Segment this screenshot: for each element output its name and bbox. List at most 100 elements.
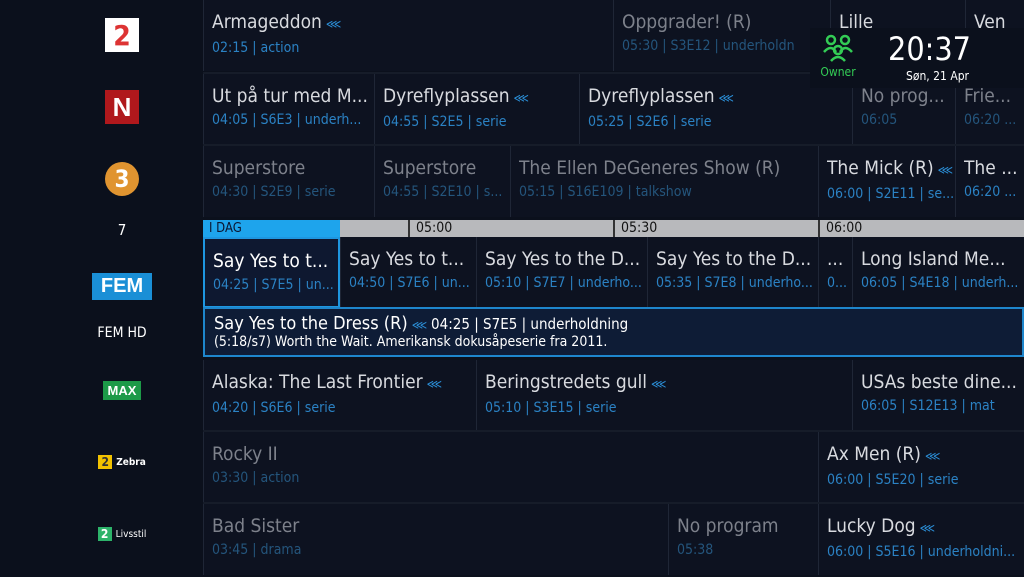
tv2-logo: 2 [105,18,139,52]
program-meta: 03:30 | action [212,470,300,486]
program-title: Rocky II [212,443,278,465]
program-title: Say Yes to the D... [656,248,812,270]
program-cell[interactable]: Ax Men (R) ⋘ 06:00 | S5E20 | serie [818,432,1024,503]
channel-tv3[interactable]: 3 [80,162,164,196]
channel-row: Alaska: The Last Frontier ⋘ 04:20 | S6E6 |… [203,360,1024,431]
program-cell[interactable]: Long Island Me... 06:05 | S4E18 | underh.… [852,237,1024,308]
program-cell[interactable]: Dyreflyplassen ⋘ 04:55 | S2E5 | serie [374,74,579,145]
program-title: Dyreflyplassen [383,85,510,107]
series-record-icon: ⋘ [325,17,342,31]
channel-row: Superstore 04:30 | S2E9 | serie Superstore… [203,146,1024,217]
program-title: No program [677,515,779,537]
zebra-logo: 2 Zebra [98,455,146,469]
program-cell[interactable]: Say Yes to t... 04:25 | S7E5 | un... [203,237,340,308]
channel-livsstil[interactable]: 2 Livsstil [80,519,164,549]
program-meta: 05:25 | S2E6 | serie [588,114,712,130]
program-cell[interactable]: Say Yes to t... 04:50 | S7E6 | un... [340,237,476,308]
program-meta: 06:00 | S5E16 | underholdni... [827,544,1016,560]
program-meta: 06:20 ... [964,184,1017,200]
livsstil-label: Livsstil [115,528,147,540]
details-meta: 04:25 | S7E5 | underholdning [431,315,629,333]
program-title: Lucky Dog [827,515,916,537]
livsstil-badge: 2 [97,527,112,541]
channel-zebra[interactable]: 2 Zebra [80,447,164,477]
program-meta: 05:10 | S3E15 | serie [485,400,617,416]
program-cell[interactable]: Oppgrader! (R) 05:30 | S3E12 | underholdn [613,0,830,71]
program-title: Oppgrader! (R) [622,11,752,33]
program-title: Bad Sister [212,515,300,537]
row-divider [203,430,1024,432]
program-details-panel: Say Yes to the Dress (R) ⋘ 04:25 | S7E5 | … [203,307,1024,357]
program-title: USAs beste dine... [861,371,1017,393]
tv3-logo: 3 [105,162,139,196]
program-cell[interactable]: Ut på tur med M... 04:05 | S6E3 | underh.… [203,74,374,145]
program-title: Say Yes to t... [349,248,465,270]
program-cell[interactable]: Lucky Dog ⋘ 06:00 | S5E16 | underholdni... [818,504,1024,575]
livsstil-logo: 2 Livsstil [97,527,147,541]
max-logo: MAX [102,380,142,400]
time-tick: 06:00 [818,220,862,237]
program-cell[interactable]: Rocky II 03:30 | action [203,432,818,503]
program-cell[interactable]: Superstore 04:30 | S2E9 | serie [203,146,374,217]
program-cell[interactable]: Armageddon ⋘ 02:15 | action [203,0,613,71]
channel-max[interactable]: MAX [80,375,164,405]
status-overlay: Owner 20:37 Søn, 21 Apr [810,28,1024,88]
channel-tv2[interactable]: 2 [80,18,164,52]
program-title: Ax Men (R) [827,443,921,465]
program-meta: 06:05 | S12E13 | mat [861,398,995,414]
program-cell[interactable]: Bad Sister 03:45 | drama [203,504,668,575]
channel-7[interactable]: 7 [80,215,164,245]
program-cell[interactable]: Say Yes to the D... 05:10 | S7E7 | underh… [476,237,647,308]
program-cell[interactable]: ... 0... [818,237,852,308]
program-meta: 05:30 | S3E12 | underholdn [622,38,795,54]
profile-group-icon [823,34,853,62]
channel-nrk[interactable]: N [80,90,164,124]
fem-logo: FEM [92,272,152,300]
program-title: The Ellen DeGeneres Show (R) [519,157,781,179]
channel-row: Rocky II 03:30 | action Ax Men (R) ⋘ 06:00 |… [203,432,1024,503]
program-meta: 04:20 | S6E6 | serie [212,400,336,416]
program-cell[interactable]: The ... 06:20 ... [955,146,1024,217]
profile-button[interactable]: Owner [818,34,858,79]
series-record-icon: ⋘ [924,449,941,463]
program-meta: 04:55 | S2E5 | serie [383,114,507,130]
program-meta: 04:25 | S7E5 | un... [213,277,334,293]
program-meta: 05:35 | S7E8 | underho... [656,275,813,291]
program-title: Alaska: The Last Frontier [212,371,423,393]
timeline-bar: I DAG 05:00 05:30 06:00 [203,220,1024,237]
program-title: Ut på tur med M... [212,85,368,107]
series-record-icon: ⋘ [426,377,442,391]
time-tick: 05:00 [408,220,452,237]
program-meta: 06:00 | S2E11 | se... [827,186,955,202]
program-cell[interactable]: No program 05:38 [668,504,818,575]
channel-fem-hd[interactable]: FEM HD [80,318,164,348]
program-meta: 03:45 | drama [212,542,302,558]
program-title: Superstore [212,157,306,179]
row-divider [203,502,1024,504]
program-meta: 05:10 | S7E7 | underho... [485,275,642,291]
program-meta: 04:30 | S2E9 | serie [212,184,336,200]
channel-row: Bad Sister 03:45 | drama No program 05:38 Lu… [203,504,1024,575]
nrk-logo: N [105,90,139,124]
program-cell[interactable]: The Ellen DeGeneres Show (R) 05:15 | S16E… [510,146,818,217]
channel-row: Say Yes to t... 04:25 | S7E5 | un... Say Y… [203,237,1024,308]
program-cell[interactable]: USAs beste dine... 06:05 | S12E13 | mat [852,360,1024,431]
today-label: I DAG [203,220,340,237]
program-cell[interactable]: Beringstredets gull ⋘ 05:10 | S3E15 | seri… [476,360,852,431]
series-record-icon: ⋘ [513,91,529,105]
time-tick: 05:30 [613,220,657,237]
program-cell[interactable]: Say Yes to the D... 05:35 | S7E8 | underh… [647,237,818,308]
program-meta: 06:00 | S5E20 | serie [827,472,959,488]
channel-fem[interactable]: FEM [80,271,164,301]
program-title: Superstore [383,157,477,179]
program-title: Dyreflyplassen [588,85,715,107]
program-meta: 0... [827,275,848,291]
program-cell[interactable]: The Mick (R) ⋘ 06:00 | S2E11 | se... [818,146,955,217]
details-description: (5:18/s7) Worth the Wait. Amerikansk dok… [214,334,608,350]
program-cell[interactable]: Alaska: The Last Frontier ⋘ 04:20 | S6E6 |… [203,360,476,431]
program-cell[interactable]: Superstore 04:55 | S2E10 | s... [374,146,510,217]
program-title: Beringstredets gull [485,371,648,393]
program-title: ... [827,248,844,270]
fem-hd-label: FEM HD [97,325,147,341]
series-record-icon: ⋘ [919,521,936,535]
